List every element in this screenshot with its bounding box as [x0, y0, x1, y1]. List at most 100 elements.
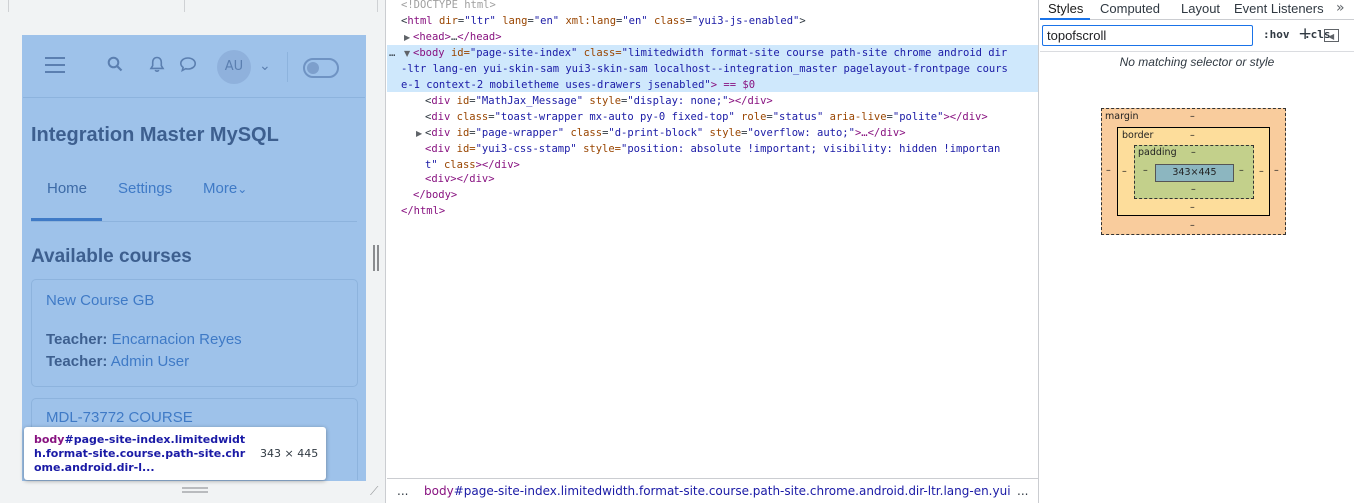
attr-value: "status" [772, 111, 824, 123]
tab-more[interactable]: More⌄ [203, 180, 247, 197]
padding-label: padding [1138, 147, 1177, 158]
tag-name: html [407, 15, 433, 27]
active-subtab-indicator [1040, 18, 1090, 20]
element-inspect-tooltip: body#page-site-index.limitedwidth.format… [24, 427, 326, 480]
edit-mode-toggle[interactable] [303, 58, 339, 78]
preview-top-strip [8, 0, 378, 12]
tab-settings[interactable]: Settings [118, 180, 172, 197]
dom-doctype[interactable]: <!DOCTYPE html> [401, 0, 496, 13]
margin-left-value[interactable]: – [1106, 165, 1111, 176]
padding-bottom-value[interactable]: – [1191, 184, 1196, 195]
new-style-rule-button[interactable]: + [1298, 24, 1312, 44]
tag-name: <head> [413, 31, 451, 43]
more-chevron-down-icon: ⌄ [237, 182, 248, 196]
padding-top-value[interactable]: – [1191, 147, 1196, 158]
tooltip-selector: body#page-site-index.limitedwidth.format… [34, 433, 252, 475]
breadcrumb-scroll-right[interactable]: ... [1017, 479, 1028, 503]
margin-bottom-value[interactable]: – [1190, 220, 1195, 231]
tag-close: >…</div> [854, 127, 906, 139]
tab-computed[interactable]: Computed [1100, 1, 1160, 16]
search-icon[interactable] [107, 56, 123, 72]
dom-body-close[interactable]: </body> [413, 187, 457, 203]
course-card: New Course GB Teacher: Encarnacion Reyes… [31, 279, 358, 387]
breadcrumb-scroll-left[interactable]: ... [397, 479, 408, 503]
attr-name: style [589, 95, 622, 107]
strip-divider [377, 0, 378, 12]
attr-name: style= [583, 143, 622, 155]
margin-label: margin [1105, 111, 1139, 122]
tag-close: ></div> [728, 95, 773, 107]
dom-empty-div[interactable]: <div></div> [425, 171, 495, 187]
dom-div-page-wrapper[interactable]: <div id="page-wrapper" class="d-print-bl… [425, 125, 906, 141]
dom-node-menu-ellipsis[interactable]: … [389, 45, 395, 61]
attr-name: id [456, 95, 470, 107]
dom-html-open[interactable]: <html dir="ltr" lang="en" xml:lang="en" … [401, 13, 806, 29]
navbar-divider [287, 52, 288, 82]
box-model-margin[interactable]: margin – – – – border – – – – padding – … [1101, 108, 1286, 235]
attr-value: "ltr" [464, 15, 496, 27]
user-menu-chevron-down-icon[interactable]: ⌄ [259, 56, 271, 76]
dom-div-mathjax[interactable]: <div id="MathJax_Message" style="display… [425, 93, 773, 109]
course-name-link[interactable]: New Course GB [46, 292, 154, 309]
user-avatar[interactable]: AU [217, 50, 251, 84]
attr-value: "overflow: auto;" [747, 127, 855, 139]
teacher-name-link[interactable]: Encarnacion Reyes [112, 331, 242, 348]
styles-filter-input[interactable]: topofscroll [1042, 25, 1253, 46]
device-corner-resize-handle[interactable]: ⟋ [370, 484, 378, 499]
toggle-computed-sidebar-icon[interactable]: ◀ [1324, 29, 1339, 42]
attr-value: "toast-wrapper mx-auto py-0 fixed-top" [494, 111, 735, 123]
expand-page-wrapper-triangle-icon[interactable]: ▶ [416, 129, 422, 138]
attr-name: class [456, 111, 489, 123]
expand-head-triangle-icon[interactable]: ▶ [404, 33, 410, 42]
more-tabs-chevron-icon[interactable]: » [1336, 0, 1345, 16]
margin-top-value[interactable]: – [1190, 111, 1195, 122]
strip-divider [184, 0, 185, 12]
border-bottom-value[interactable]: – [1190, 202, 1195, 213]
attr-name: class [653, 15, 686, 27]
box-model-content-size[interactable]: 343×445 [1155, 164, 1234, 182]
attr-value: "en" [622, 15, 648, 27]
tab-more-label: More [203, 180, 238, 197]
tab-event-listeners[interactable]: Event Listeners [1234, 1, 1324, 16]
styles-divider [1040, 51, 1354, 52]
dom-div-toast-wrapper[interactable]: <div class="toast-wrapper mx-auto py-0 f… [425, 109, 988, 125]
dom-html-close[interactable]: </html> [401, 203, 445, 219]
border-left-value[interactable]: – [1122, 166, 1127, 177]
device-preview-pane: AU ⌄ Integration Master MySQL Home Setti… [0, 0, 386, 503]
hamburger-menu-icon[interactable] [45, 57, 65, 75]
collapse-body-triangle-icon[interactable]: ▼ [404, 49, 410, 58]
dom-body-open[interactable]: <body id="page-site-index" class="limite… [413, 45, 1007, 61]
tooltip-dimensions: 343 × 445 [260, 447, 319, 460]
breadcrumb-body-node[interactable]: body#page-site-index.limitedwidth.format… [424, 479, 1010, 503]
teacher-name-link[interactable]: Admin User [111, 353, 189, 370]
border-top-value[interactable]: – [1190, 130, 1195, 141]
available-courses-heading: Available courses [31, 246, 192, 267]
border-right-value[interactable]: – [1259, 166, 1264, 177]
course-name-link[interactable]: MDL-73772 COURSE [46, 409, 193, 426]
dom-head-collapsed[interactable]: <head>…</head> [413, 29, 502, 45]
margin-right-value[interactable]: – [1274, 165, 1279, 176]
attr-value: "page-site-index" [469, 47, 578, 59]
notifications-bell-icon[interactable] [149, 56, 165, 73]
selected-node-marker: > == $0 [710, 79, 756, 91]
attr-name: id= [456, 143, 476, 155]
tab-home[interactable]: Home [47, 180, 87, 197]
attr-value: t" [425, 159, 438, 171]
no-matching-styles-message: No matching selector or style [1119, 55, 1275, 69]
toggle-hover-state-button[interactable]: :hov [1263, 28, 1290, 41]
primary-navigation-tabs: Home Settings More⌄ [31, 178, 357, 222]
course-teacher: Teacher: Admin User [46, 353, 189, 370]
device-width-resize-handle[interactable] [373, 245, 379, 271]
tab-styles[interactable]: Styles [1048, 1, 1083, 16]
styles-panel: Styles Computed Layout Event Listeners »… [1040, 0, 1354, 503]
dom-div-yui-css-stamp[interactable]: <div id="yui3-css-stamp" style="position… [425, 141, 1000, 157]
messages-chat-icon[interactable] [179, 56, 197, 72]
box-model-padding[interactable]: padding – – – – 343×445 [1134, 145, 1254, 199]
tag-name: <body [413, 47, 445, 59]
tab-layout[interactable]: Layout [1181, 1, 1220, 16]
device-height-resize-handle[interactable] [182, 487, 208, 493]
padding-right-value[interactable]: – [1239, 165, 1244, 176]
box-model-border[interactable]: border – – – – padding – – – – 343×445 [1117, 127, 1270, 216]
tag-close: ></div> [475, 159, 520, 171]
padding-left-value[interactable]: – [1143, 165, 1148, 176]
